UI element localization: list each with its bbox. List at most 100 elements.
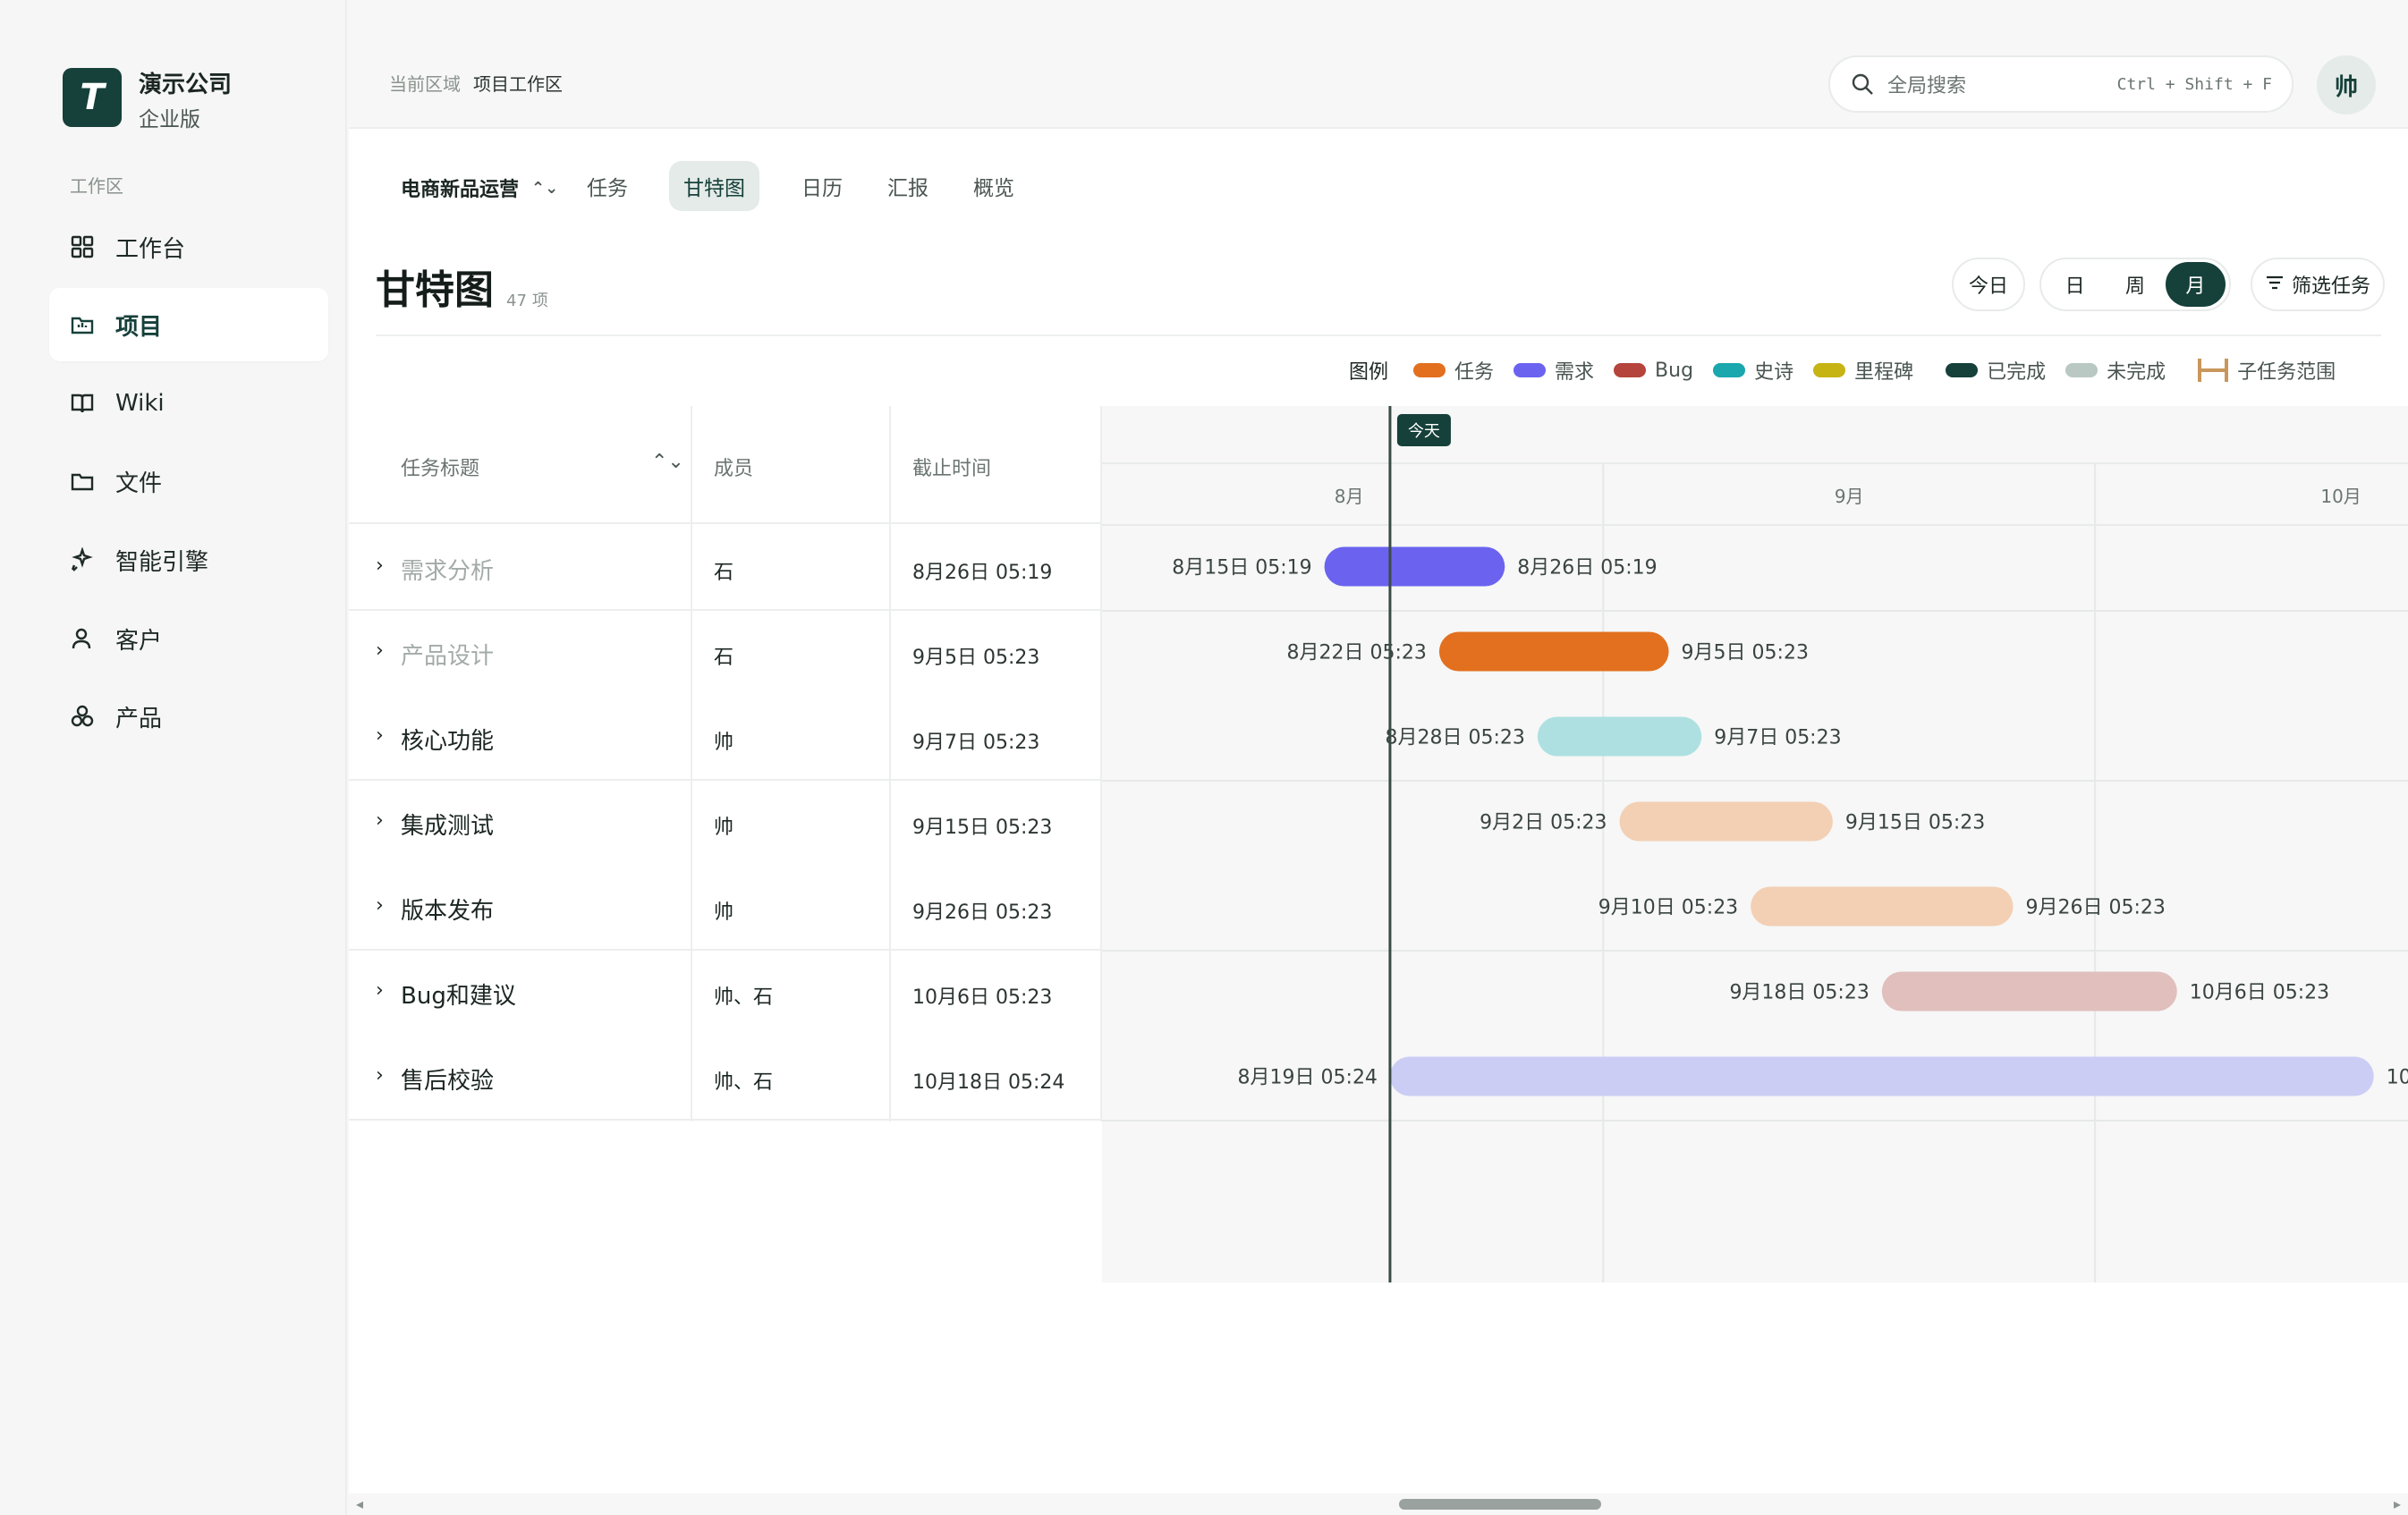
company-name: 演示公司 [139, 72, 233, 98]
row-due: 10月18日 05:24 [912, 1071, 1065, 1094]
sidebar-item-dashboard[interactable]: 工作台 [49, 210, 328, 284]
item-count-value: 47 [506, 292, 527, 310]
search-icon [1850, 72, 1875, 97]
column-header-due[interactable]: 截止时间 [912, 453, 991, 481]
gantt-chart[interactable]: 8月 9月 10月 8月15日 05:19 8月26日 05:19 8月22日 05:23… [1102, 406, 2408, 1282]
gantt-bar [1751, 886, 2014, 927]
item-count: 47 项 [506, 288, 548, 311]
task-table: 任务标题 ⌃⌄ 成员 截止时间 › 需求分析 石 8月26日 05:19 › 产… [349, 406, 1102, 1121]
month-label: 9月 [1835, 486, 1864, 507]
page-title: 甘特图 [376, 267, 494, 313]
bar-end-label: 9月7日 05:23 [1714, 727, 1841, 749]
bar-start-label: 9月2日 05:23 [1480, 812, 1607, 834]
sidebar-item-label: 工作台 [115, 235, 186, 263]
sidebar-item-customers[interactable]: 客户 [49, 602, 328, 675]
global-search[interactable]: 全局搜索 Ctrl + Shift + F [1828, 55, 2294, 113]
expand-chevron-icon[interactable]: › [376, 979, 384, 1002]
legend-title: 图例 [1349, 361, 1389, 384]
legend-item-done: 已完成 [1946, 356, 2046, 385]
gantt-legend: 图例 任务 需求 Bug 史诗 里程碑 已完成 未完成 子任务范围 [1349, 356, 2355, 385]
search-shortcut: Ctrl + Shift + F [2116, 74, 2272, 94]
horizontal-scrollbar[interactable]: ◂ ▸ [349, 1494, 2408, 1515]
scrollbar-thumb[interactable] [1399, 1499, 1601, 1510]
row-member: 帅、石 [714, 986, 774, 1009]
legend-item-task: 任务 [1413, 356, 1494, 385]
view-day-button[interactable]: 日 [2045, 262, 2105, 307]
legend-item-epic: 史诗 [1713, 356, 1793, 385]
row-due: 9月15日 05:23 [912, 817, 1053, 839]
column-header-title[interactable]: 任务标题 [401, 453, 479, 481]
avatar[interactable]: 帅 [2317, 55, 2376, 114]
search-placeholder: 全局搜索 [1887, 75, 1967, 97]
table-row[interactable]: › 售后校验 帅、石 10月18日 05:24 [349, 1036, 1102, 1121]
row-title: 集成测试 [401, 813, 495, 840]
filter-label: 筛选任务 [2291, 275, 2370, 298]
expand-chevron-icon[interactable]: › [376, 554, 384, 577]
view-week-button[interactable]: 周 [2105, 262, 2165, 307]
row-title: 售后校验 [401, 1068, 495, 1095]
item-count-unit: 项 [531, 292, 548, 310]
sidebar-item-label: Wiki [115, 390, 165, 417]
table-row[interactable]: › 核心功能 帅 9月7日 05:23 [349, 696, 1102, 781]
sidebar-item-label: 智能引擎 [115, 548, 209, 576]
tab-calendar[interactable]: 日历 [787, 161, 857, 211]
table-row[interactable]: › Bug和建议 帅、石 10月6日 05:23 [349, 951, 1102, 1036]
sort-icon[interactable]: ⌃⌄ [651, 451, 684, 473]
breadcrumb-current[interactable]: 项目工作区 [473, 73, 563, 95]
view-switcher: 日 周 月 [2039, 258, 2231, 311]
row-member: 帅 [714, 901, 734, 924]
tab-report[interactable]: 汇报 [873, 161, 943, 211]
company-edition: 企业版 [139, 108, 200, 131]
row-due: 8月26日 05:19 [912, 562, 1053, 584]
row-due: 9月5日 05:23 [912, 647, 1040, 669]
project-selector[interactable]: 电商新品运营 ⌃⌄ [401, 174, 558, 202]
row-title: 产品设计 [401, 643, 495, 670]
column-header-member[interactable]: 成员 [714, 453, 753, 481]
book-icon [69, 390, 96, 417]
today-button[interactable]: 今日 [1952, 258, 2025, 311]
sidebar-item-label: 项目 [115, 313, 163, 341]
scroll-left-icon[interactable]: ◂ [356, 1495, 363, 1512]
table-row[interactable]: › 需求分析 石 8月26日 05:19 [349, 526, 1102, 611]
bracket-icon [2198, 359, 2229, 382]
table-row[interactable]: › 集成测试 帅 9月15日 05:23 [349, 781, 1102, 866]
row-member: 石 [714, 647, 734, 669]
row-due: 9月7日 05:23 [912, 732, 1040, 754]
expand-chevron-icon[interactable]: › [376, 894, 384, 917]
timeline-header [1102, 406, 2408, 526]
filter-icon [2265, 273, 2285, 297]
legend-item-undone: 未完成 [2065, 356, 2166, 385]
scroll-right-icon[interactable]: ▸ [2394, 1495, 2401, 1512]
sidebar-item-project[interactable]: 项目 [49, 288, 328, 361]
table-header: 任务标题 ⌃⌄ 成员 截止时间 [349, 406, 1102, 524]
sidebar-item-products[interactable]: 产品 [49, 680, 328, 753]
expand-chevron-icon[interactable]: › [376, 1064, 384, 1087]
view-month-button[interactable]: 月 [2165, 262, 2226, 307]
expand-chevron-icon[interactable]: › [376, 639, 384, 662]
row-due: 10月6日 05:23 [912, 986, 1053, 1009]
table-row[interactable]: › 产品设计 石 9月5日 05:23 [349, 611, 1102, 696]
filter-tasks-button[interactable]: 筛选任务 [2251, 258, 2385, 311]
sidebar-item-label: 文件 [115, 470, 163, 497]
tab-overview[interactable]: 概览 [959, 161, 1029, 211]
gantt-timeline[interactable]: 8月 9月 10月 8月15日 05:19 8月26日 05:19 8月22日 05:23… [1102, 406, 2408, 1282]
row-title: 版本发布 [401, 898, 495, 925]
tab-gantt[interactable]: 甘特图 [669, 161, 759, 211]
sidebar-item-ai-engine[interactable]: 智能引擎 [49, 523, 328, 597]
legend-item-requirement: 需求 [1513, 356, 1594, 385]
tab-tasks[interactable]: 任务 [572, 161, 642, 211]
gantt-bar [1324, 546, 1505, 587]
sidebar-item-files[interactable]: 文件 [49, 444, 328, 518]
table-row[interactable]: › 版本发布 帅 9月26日 05:23 [349, 866, 1102, 951]
company-logo[interactable]: T [63, 68, 122, 127]
sparkle-icon [69, 546, 96, 573]
cubes-icon [69, 703, 96, 730]
sidebar: T 演示公司 企业版 工作区 工作台 项目 Wiki 文件 智能引擎 客户 产品 [0, 0, 347, 1515]
legend-item-subtask-range: 子任务范围 [2198, 356, 2336, 385]
chevron-updown-icon: ⌃⌄ [531, 178, 559, 198]
gantt-bar [1537, 716, 1702, 757]
sidebar-item-wiki[interactable]: Wiki [49, 367, 328, 440]
expand-chevron-icon[interactable]: › [376, 809, 384, 832]
expand-chevron-icon[interactable]: › [376, 724, 384, 747]
bar-end-label: 9月26日 05:23 [2025, 897, 2165, 919]
